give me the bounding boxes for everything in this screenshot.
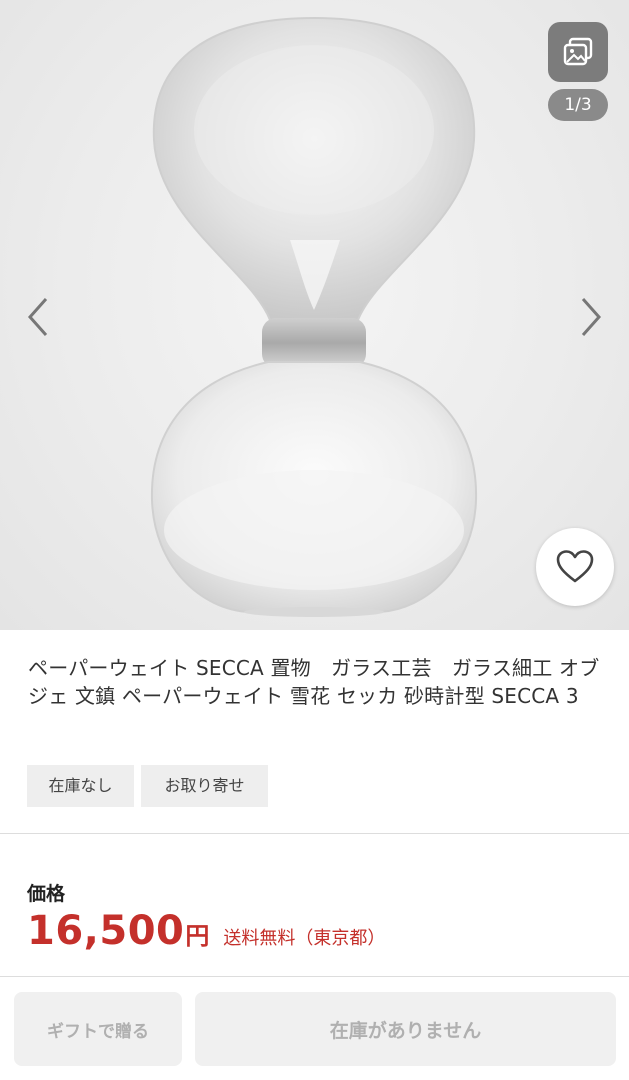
next-image-button[interactable]	[571, 292, 611, 342]
action-bar: ギフトで贈る 在庫がありません	[0, 978, 629, 1080]
price-amount: 16,500	[27, 908, 185, 954]
gift-button[interactable]: ギフトで贈る	[14, 992, 182, 1066]
status-tags: 在庫なし お取り寄せ	[27, 765, 268, 807]
favorite-button[interactable]	[536, 528, 614, 606]
product-page: 1/3 ペーパーウェイト SECCA 置物 ガラス工芸 ガラス細工 オブジェ 文…	[0, 0, 629, 1080]
product-image-carousel[interactable]: 1/3	[0, 0, 629, 630]
product-image	[150, 16, 478, 617]
price-label: 価格	[27, 883, 66, 905]
previous-image-button[interactable]	[18, 292, 58, 342]
image-counter: 1/3	[548, 89, 608, 121]
price-row: 16,500 円 送料無料（東京都）	[27, 908, 385, 954]
price-currency: 円	[185, 922, 210, 950]
heart-icon	[556, 550, 594, 583]
status-badge-stock: 在庫なし	[27, 765, 134, 807]
chevron-right-icon	[581, 298, 602, 336]
gallery-button[interactable]	[548, 22, 608, 82]
divider	[0, 976, 629, 977]
product-title: ペーパーウェイト SECCA 置物 ガラス工芸 ガラス細工 オブジェ 文鎮 ペー…	[28, 656, 600, 708]
shipping-info: 送料無料（東京都）	[223, 928, 386, 949]
divider	[0, 833, 629, 834]
add-to-cart-button[interactable]: 在庫がありません	[195, 992, 616, 1066]
chevron-left-icon	[27, 298, 48, 336]
status-badge-order: お取り寄せ	[141, 765, 268, 807]
gallery-icon	[563, 37, 593, 66]
